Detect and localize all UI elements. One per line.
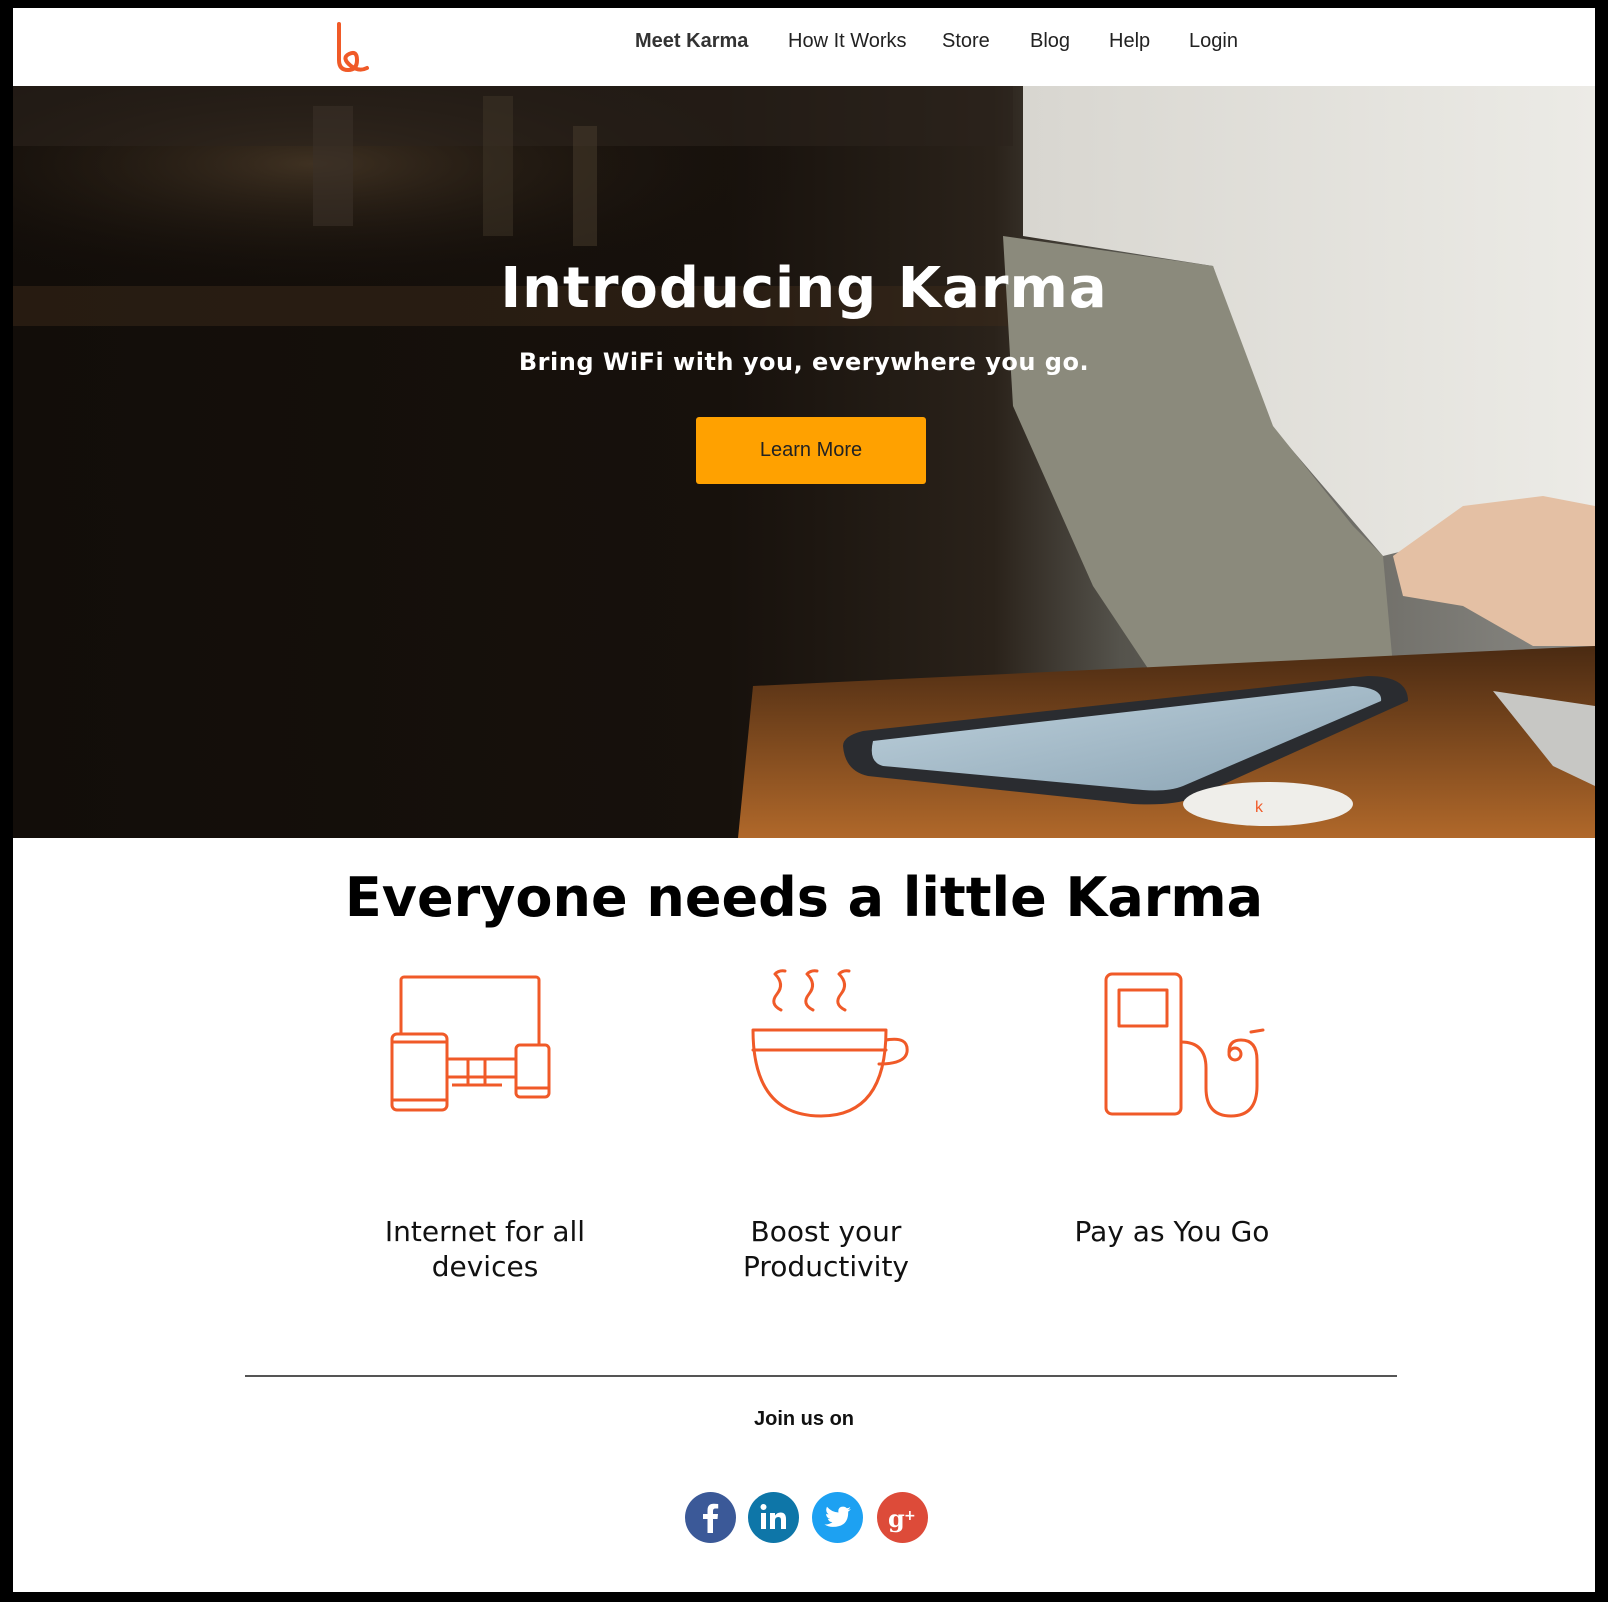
page: Meet Karma How It Works Store Blog Help …: [13, 8, 1595, 1592]
facebook-icon[interactable]: [685, 1492, 736, 1543]
hero-subtitle: Bring WiFi with you, everywhere you go.: [518, 348, 1090, 376]
nav-meet-karma[interactable]: Meet Karma: [635, 30, 748, 53]
nav-blog[interactable]: Blog: [1030, 30, 1070, 53]
devices-icon: [390, 975, 551, 1112]
site-header: Meet Karma How It Works Store Blog Help …: [13, 8, 1595, 86]
hero-title: Introducing Karma: [500, 256, 1108, 321]
feature-label-devices: Internet for all devices: [384, 1215, 586, 1283]
svg-text:+: +: [904, 1508, 916, 1524]
join-us-label: Join us on: [754, 1408, 854, 1430]
twitter-icon[interactable]: [812, 1492, 863, 1543]
google-plus-icon[interactable]: g +: [877, 1492, 928, 1543]
feature-label-pay-as-you-go: Pay as You Go: [1074, 1215, 1270, 1248]
nav-how-it-works[interactable]: How It Works: [788, 30, 907, 53]
linkedin-icon[interactable]: [748, 1492, 799, 1543]
coffee-cup-icon: [751, 969, 909, 1118]
nav-help[interactable]: Help: [1109, 30, 1150, 53]
nav-login[interactable]: Login: [1189, 30, 1238, 53]
footer-divider: [245, 1375, 1397, 1377]
hero-banner: k Introducing Karma Bring WiFi with you,…: [13, 86, 1595, 838]
nav-store[interactable]: Store: [942, 30, 990, 53]
features-title: Everyone needs a little Karma: [344, 866, 1264, 929]
karma-logo-icon[interactable]: [331, 20, 371, 74]
feature-label-productivity: Boost your Productivity: [743, 1215, 909, 1283]
svg-text:g: g: [888, 1504, 905, 1533]
learn-more-button[interactable]: Learn More: [696, 417, 926, 484]
svg-text:k: k: [1255, 799, 1264, 816]
fuel-pump-icon: [1104, 972, 1265, 1118]
